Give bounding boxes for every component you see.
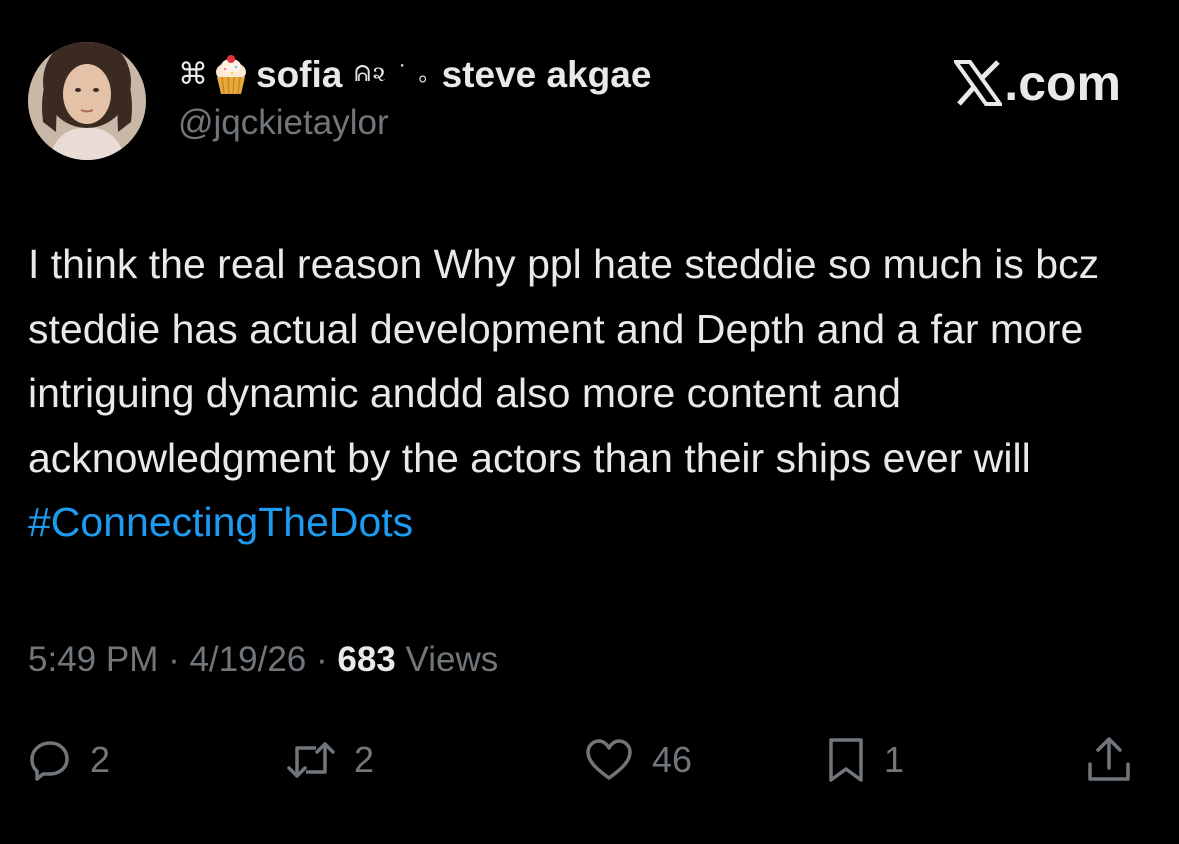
reply-icon	[30, 741, 69, 781]
display-name-decoration: ᕱ૨ ˙ ｡	[354, 62, 432, 87]
command-symbol: ⌘	[178, 57, 208, 92]
cupcake-icon	[212, 55, 250, 95]
display-name-suffix: steve akgae	[441, 54, 652, 95]
meta-separator: ·	[306, 640, 338, 679]
tweet-time[interactable]: 5:49 PM	[28, 640, 158, 679]
meta-separator: ·	[158, 640, 190, 679]
like-button[interactable]: 46	[584, 730, 692, 790]
bookmark-count: 1	[884, 739, 905, 780]
x-logo-icon	[954, 60, 1003, 106]
heart-icon	[586, 739, 632, 780]
hashtag-link[interactable]: #ConnectingTheDots	[28, 499, 413, 545]
avatar-photo	[28, 42, 146, 160]
tweet-header: ⌘ sofia ᕱ૨ ˙ ｡ steve akgae @jqckietaylor…	[28, 40, 1151, 162]
repost-count: 2	[354, 739, 375, 780]
site-brand: .com	[954, 54, 1121, 112]
like-count: 46	[652, 739, 693, 780]
display-name-main: sofia	[256, 54, 343, 95]
tweet-card: ⌘ sofia ᕱ૨ ˙ ｡ steve akgae @jqckietaylor…	[0, 0, 1179, 844]
site-label: .com	[1004, 55, 1121, 111]
tweet-date[interactable]: 4/19/26	[189, 640, 306, 679]
display-name[interactable]: ⌘ sofia ᕱ૨ ˙ ｡ steve akgae	[178, 54, 651, 96]
reply-button[interactable]: 2	[28, 730, 110, 790]
bookmark-button[interactable]: 1	[826, 730, 904, 790]
reply-count: 2	[90, 739, 111, 780]
views-count: 683	[337, 640, 396, 679]
action-bar: 2 2 46 1	[28, 730, 1143, 790]
avatar[interactable]	[28, 42, 146, 160]
author-names: ⌘ sofia ᕱ૨ ˙ ｡ steve akgae @jqckietaylor	[178, 54, 651, 144]
share-button[interactable]	[1086, 730, 1132, 790]
tweet-text-main: I think the real reason Why ppl hate ste…	[28, 241, 1100, 481]
repost-icon	[287, 742, 335, 778]
repost-button[interactable]: 2	[286, 730, 374, 790]
bookmark-icon	[829, 738, 863, 782]
user-handle[interactable]: @jqckietaylor	[178, 102, 651, 144]
tweet-meta: 5:49 PM · 4/19/26 · 683 Views	[28, 636, 498, 684]
views-label: Views	[395, 640, 499, 679]
tweet-text: I think the real reason Why ppl hate ste…	[28, 232, 1153, 555]
share-icon	[1088, 737, 1130, 781]
